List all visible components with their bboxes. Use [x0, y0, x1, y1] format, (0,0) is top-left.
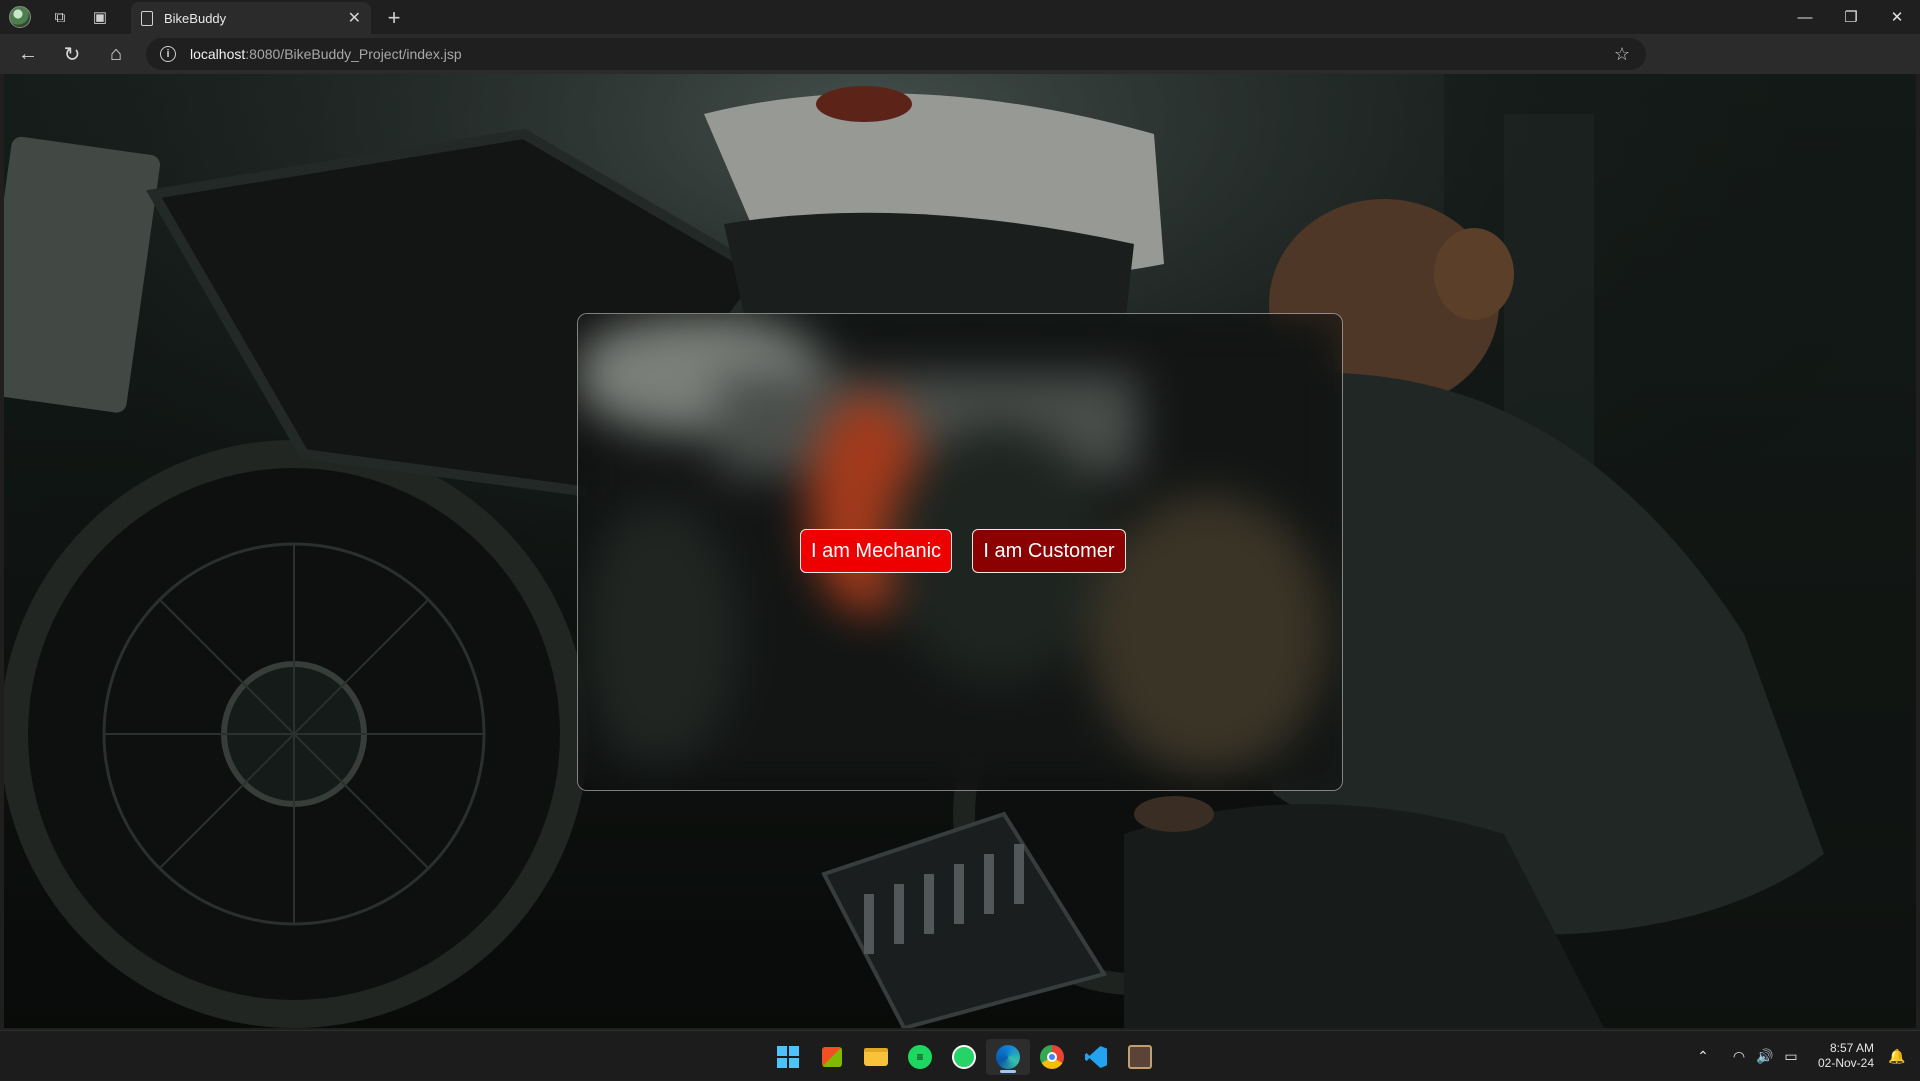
- url-host: localhost: [190, 46, 246, 62]
- tab-bikebuddy[interactable]: BikeBuddy ✕: [131, 2, 371, 34]
- spotify-icon: ≡: [908, 1045, 932, 1069]
- tab-strip: ⧉ ▣ BikeBuddy ✕ + — ❐ ✕: [0, 0, 1920, 34]
- start-button[interactable]: [766, 1039, 810, 1075]
- clock[interactable]: 8:57 AM 02-Nov-24: [1818, 1041, 1874, 1071]
- chrome-icon: [1040, 1045, 1064, 1069]
- taskbar-file-explorer[interactable]: [854, 1039, 898, 1075]
- page-viewport: I am Mechanic I am Customer: [4, 74, 1916, 1028]
- taskbar-game[interactable]: [1118, 1039, 1162, 1075]
- wifi-icon[interactable]: ◠: [1728, 1048, 1750, 1065]
- back-button[interactable]: ←: [6, 34, 50, 74]
- edge-icon: [996, 1045, 1020, 1069]
- page-icon: [141, 10, 153, 26]
- home-button[interactable]: ⌂: [94, 34, 138, 74]
- store-icon: [822, 1047, 842, 1067]
- close-window-button[interactable]: ✕: [1874, 0, 1920, 34]
- taskbar-chrome[interactable]: [1030, 1039, 1074, 1075]
- clock-date: 02-Nov-24: [1817, 1056, 1874, 1070]
- vscode-icon: [1085, 1046, 1107, 1068]
- workspaces-icon[interactable]: ⧉: [40, 0, 80, 34]
- role-selection-card: I am Mechanic I am Customer: [577, 313, 1343, 791]
- volume-icon[interactable]: 🔊: [1754, 1048, 1776, 1065]
- refresh-button[interactable]: ↻: [50, 34, 94, 74]
- taskbar-whatsapp[interactable]: [942, 1039, 986, 1075]
- tab-actions-icon[interactable]: ▣: [80, 0, 120, 34]
- card-blur-backdrop: [578, 314, 1342, 790]
- new-tab-button[interactable]: +: [380, 4, 408, 32]
- folder-icon: [864, 1048, 888, 1066]
- mechanic-button[interactable]: I am Mechanic: [800, 529, 952, 573]
- address-bar[interactable]: i localhost:8080/BikeBuddy_Project/index…: [146, 38, 1646, 70]
- favorite-star-icon[interactable]: ☆: [1614, 44, 1630, 65]
- url-path: :8080/BikeBuddy_Project/index.jsp: [245, 46, 462, 62]
- close-tab-icon[interactable]: ✕: [348, 8, 361, 28]
- clock-time: 8:57 AM: [1829, 1041, 1874, 1055]
- customer-button[interactable]: I am Customer: [972, 529, 1126, 573]
- info-icon[interactable]: i: [160, 46, 176, 62]
- taskbar-spotify[interactable]: ≡: [898, 1039, 942, 1075]
- system-tray: ⌃ ◠ 🔊 ▭ 8:57 AM 02-Nov-24 🔔: [1690, 1031, 1920, 1081]
- notification-bell-icon[interactable]: 🔔: [1886, 1048, 1908, 1065]
- game-icon: [1128, 1045, 1152, 1069]
- taskbar: ≡ ⌃ ◠ 🔊 ▭ 8:57 AM 02-Nov-24 🔔: [0, 1030, 1920, 1080]
- minimize-button[interactable]: —: [1782, 0, 1828, 34]
- taskbar-vscode[interactable]: [1074, 1039, 1118, 1075]
- whatsapp-icon: [952, 1045, 976, 1069]
- profile-avatar[interactable]: [0, 0, 40, 34]
- url-text[interactable]: localhost:8080/BikeBuddy_Project/index.j…: [190, 46, 462, 62]
- battery-icon[interactable]: ▭: [1780, 1048, 1802, 1065]
- avatar-icon: [9, 6, 31, 28]
- windows-icon: [777, 1046, 799, 1068]
- chevron-up-icon[interactable]: ⌃: [1692, 1048, 1714, 1065]
- restore-button[interactable]: ❐: [1828, 0, 1874, 34]
- toolbar: ← ↻ ⌂ i localhost:8080/BikeBuddy_Project…: [0, 34, 1920, 98]
- taskbar-edge[interactable]: [986, 1039, 1030, 1075]
- taskbar-store[interactable]: [810, 1039, 854, 1075]
- tab-title: BikeBuddy: [164, 10, 227, 26]
